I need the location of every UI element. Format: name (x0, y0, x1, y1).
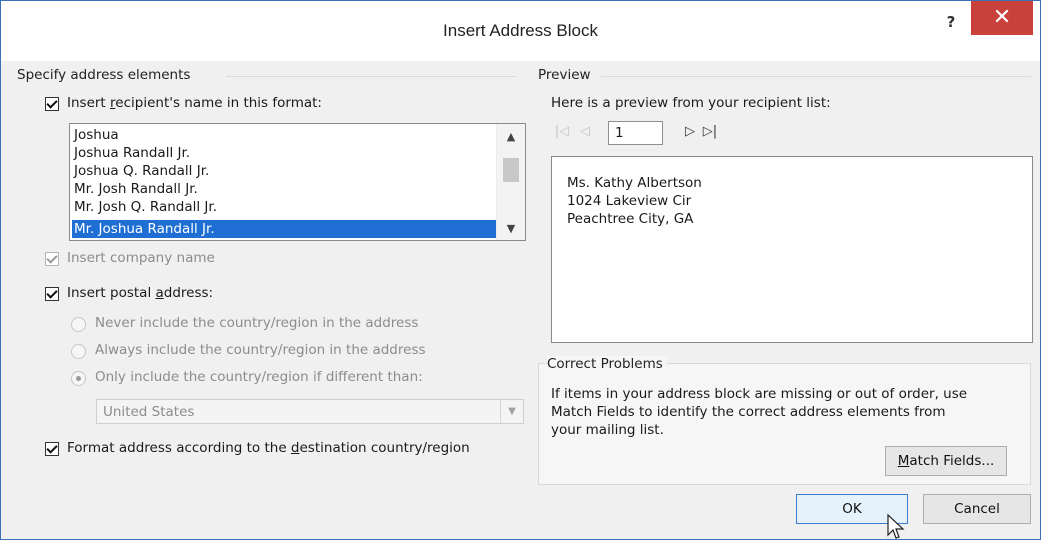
correct-problems-text-line: If items in your address block are missi… (551, 386, 968, 402)
country-region-value: United States (103, 404, 195, 420)
scroll-thumb[interactable] (503, 158, 519, 182)
preview-divider (601, 76, 1031, 77)
name-format-option[interactable]: Joshua (74, 126, 498, 144)
dialog-title: Insert Address Block (443, 21, 598, 40)
specify-address-elements-label: Specify address elements (17, 67, 191, 83)
correct-problems-group: Correct Problems If items in your addres… (538, 356, 1031, 485)
radio-always-include[interactable] (71, 344, 86, 359)
radio-only-if-different[interactable] (71, 371, 86, 386)
preview-intro-text: Here is a preview from your recipient li… (551, 95, 831, 111)
address-preview-box: Ms. Kathy Albertson 1024 Lakeview Cir Pe… (551, 156, 1033, 343)
country-region-select[interactable]: United States ▼ (96, 399, 524, 424)
format-destination-label: Format address according to the destinat… (67, 440, 470, 456)
scroll-down-icon[interactable]: ▼ (497, 222, 525, 235)
previous-record-icon[interactable]: ◁ (576, 121, 594, 143)
next-record-icon[interactable]: ▷ (681, 121, 699, 143)
preview-line: Peachtree City, GA (567, 211, 694, 227)
preview-group-label: Preview (538, 67, 591, 83)
radio-always-label: Always include the country/region in the… (95, 342, 426, 358)
name-format-option[interactable]: Joshua Randall Jr. (74, 144, 498, 162)
name-format-option[interactable]: Mr. Josh Randall Jr. (74, 180, 498, 198)
name-format-listbox[interactable]: Joshua Joshua Randall Jr. Joshua Q. Rand… (69, 123, 526, 241)
listbox-scrollbar[interactable]: ▲ ▼ (496, 124, 525, 240)
help-button[interactable]: ? (936, 9, 966, 35)
record-number-value: 1 (615, 125, 624, 141)
chevron-down-icon[interactable]: ▼ (500, 400, 523, 423)
match-fields-button[interactable]: Match Fields... (885, 446, 1007, 476)
radio-never-label: Never include the country/region in the … (95, 315, 419, 331)
recipient-name-label: Insert recipient's name in this format: (67, 95, 322, 111)
insert-address-block-dialog: Insert Address Block ? ✕ Specify address… (0, 0, 1041, 540)
mouse-cursor-icon (887, 513, 905, 539)
preview-line: Ms. Kathy Albertson (567, 175, 702, 191)
title-bar: Insert Address Block ? ✕ (1, 1, 1040, 61)
correct-problems-label: Correct Problems (547, 356, 667, 372)
postal-address-label: Insert postal address: (67, 285, 214, 301)
correct-problems-text-line: your mailing list. (551, 422, 664, 438)
radio-only-label: Only include the country/region if diffe… (95, 369, 423, 385)
format-destination-checkbox[interactable] (45, 442, 59, 456)
preview-line: 1024 Lakeview Cir (567, 193, 692, 209)
name-format-option[interactable]: Mr. Josh Q. Randall Jr. (74, 198, 498, 216)
cancel-button[interactable]: Cancel (923, 494, 1031, 524)
postal-address-checkbox[interactable] (45, 287, 59, 301)
company-name-label: Insert company name (67, 250, 215, 266)
name-format-option-selected[interactable]: Mr. Joshua Randall Jr. (72, 220, 498, 238)
close-button[interactable]: ✕ (971, 1, 1033, 35)
correct-problems-text-line: Match Fields to identify the correct add… (551, 404, 946, 420)
recipient-name-checkbox[interactable] (45, 97, 59, 111)
name-format-option[interactable]: Joshua Q. Randall Jr. (74, 162, 498, 180)
scroll-up-icon[interactable]: ▲ (497, 130, 525, 143)
last-record-icon[interactable]: ▷| (701, 121, 719, 143)
first-record-icon[interactable]: |◁ (553, 121, 571, 143)
radio-never-include[interactable] (71, 317, 86, 332)
group-divider (226, 76, 516, 77)
company-name-checkbox[interactable] (45, 252, 59, 266)
record-number-input[interactable]: 1 (608, 121, 663, 145)
